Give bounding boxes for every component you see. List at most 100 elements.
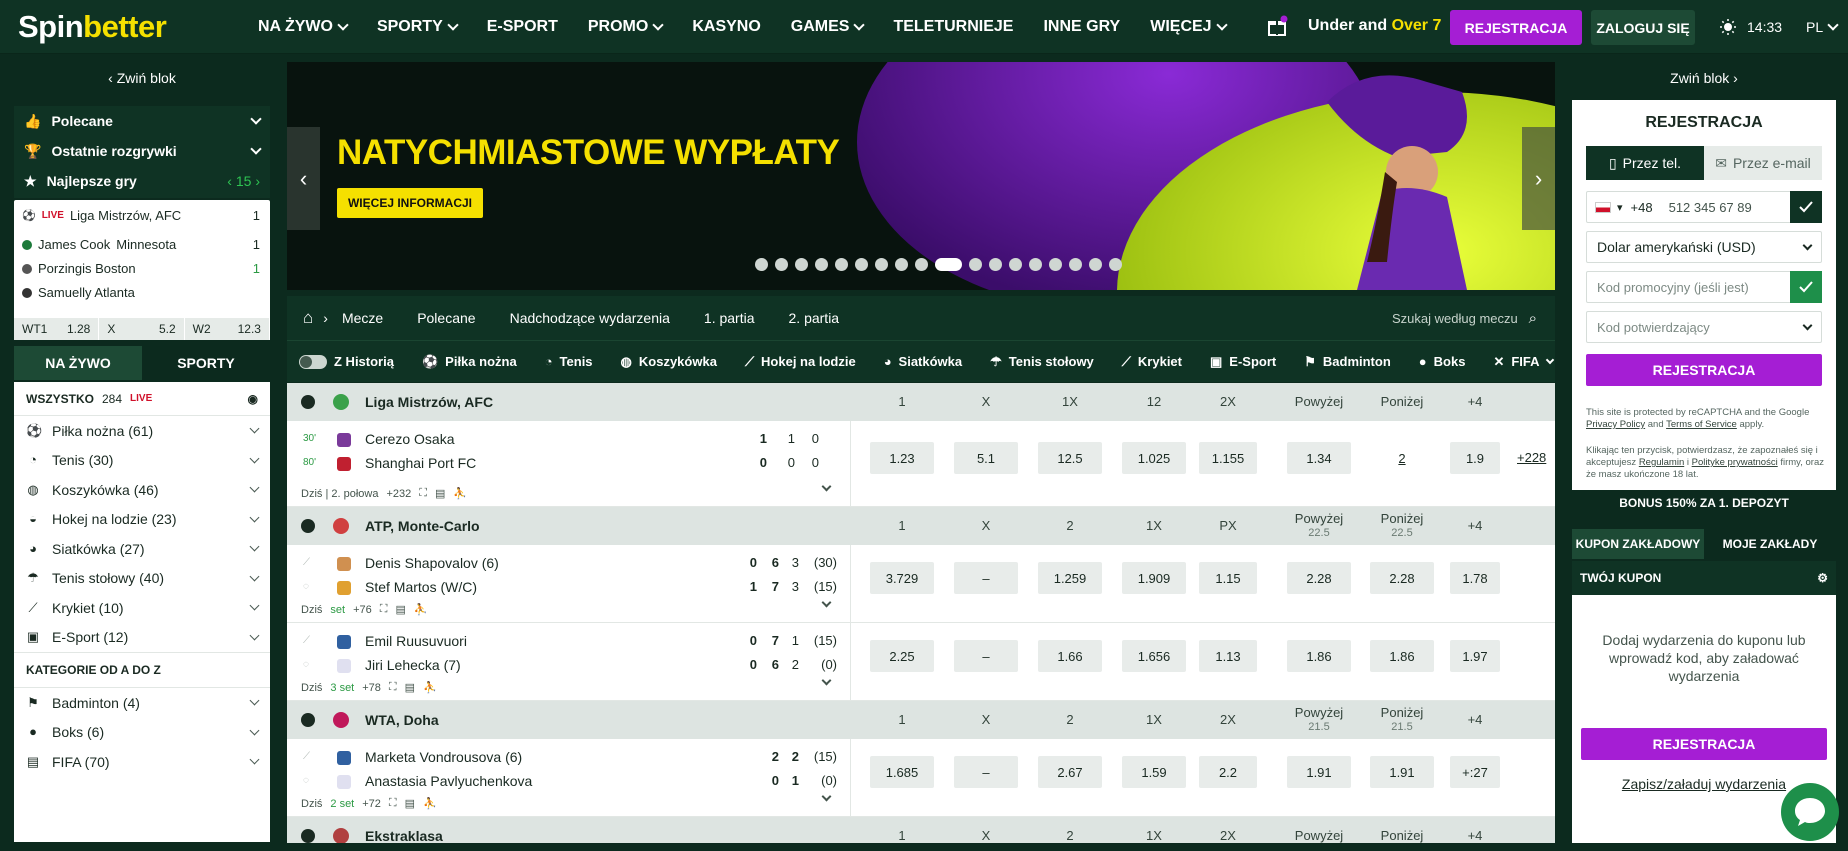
- sport-item[interactable]: ◍ Koszykówka (46): [14, 475, 270, 505]
- lineup-icon[interactable]: ⛹: [414, 603, 428, 616]
- all-sports-row[interactable]: WSZYSTKO 284 LIVE ◉: [14, 382, 270, 416]
- privacy-policy-link[interactable]: Privacy Policy: [1586, 419, 1645, 430]
- chat-icon[interactable]: [1781, 783, 1839, 841]
- odd-button[interactable]: 1.9: [1450, 442, 1500, 474]
- live-stream-icon[interactable]: ◉: [248, 392, 258, 406]
- banner-dot[interactable]: [1009, 258, 1022, 271]
- odd-button[interactable]: 12.5: [1038, 442, 1102, 474]
- more-markets-link[interactable]: +228: [1517, 450, 1546, 465]
- field-icon[interactable]: ▤: [405, 797, 415, 810]
- odd-button[interactable]: 1.025: [1122, 442, 1186, 474]
- stats-icon[interactable]: ⛶: [389, 797, 397, 810]
- sport-tab[interactable]: ● Boks: [1419, 354, 1466, 369]
- odd-button[interactable]: 1.909: [1122, 562, 1186, 594]
- banner-dot[interactable]: [1069, 258, 1082, 271]
- banner-prev-icon[interactable]: ‹: [287, 127, 320, 230]
- banner-dot[interactable]: [1089, 258, 1102, 271]
- banner-next-icon[interactable]: ›: [1522, 127, 1555, 230]
- banner-dot[interactable]: [989, 258, 1002, 271]
- bonus-banner[interactable]: BONUS 150% ZA 1. DEPOZYT: [1572, 496, 1836, 510]
- match-row[interactable]: ⟋ Emil Ruusuvuori 0 7 1 (15) ◌ Jiri Lehecka (7)…: [287, 623, 1555, 701]
- crumb-tab[interactable]: Mecze: [342, 310, 383, 326]
- odd-button[interactable]: –: [954, 756, 1018, 788]
- crumb-tab[interactable]: 1. partia: [704, 310, 755, 326]
- match-row[interactable]: ⟋ Denis Shapovalov (6) 0 6 3 (30) ◌ Stef Martos…: [287, 545, 1555, 623]
- lineup-icon[interactable]: ⛹: [423, 681, 437, 694]
- odd-button[interactable]: 1.91: [1370, 756, 1434, 788]
- banner-dot[interactable]: [1109, 258, 1122, 271]
- home-icon[interactable]: ⌂: [303, 308, 313, 328]
- category-item[interactable]: ▤ FIFA (70): [14, 747, 270, 777]
- register-submit-button[interactable]: REJESTRACJA: [1586, 354, 1822, 386]
- odd-x[interactable]: X 5.2: [99, 318, 185, 340]
- odd-button[interactable]: 1.259: [1038, 562, 1102, 594]
- odd-button[interactable]: –: [954, 640, 1018, 672]
- nav-6[interactable]: TELETURNIEJE: [893, 18, 1013, 36]
- odd-button[interactable]: 1.15: [1199, 562, 1257, 594]
- match-row[interactable]: ⟋ Marketa Vondrousova (6) 2 2 (15) ◌ Anastasia…: [287, 739, 1555, 817]
- odd-button[interactable]: 1.59: [1122, 756, 1186, 788]
- history-toggle[interactable]: [299, 354, 327, 369]
- promo-banner[interactable]: NATYCHMIASTOWE WYPŁATY WIĘCEJ INFORMACJI…: [287, 62, 1555, 290]
- menu-recommended[interactable]: 👍 Polecane: [14, 106, 270, 136]
- odd-button[interactable]: 2: [1370, 442, 1434, 474]
- odd-button[interactable]: 1.78: [1450, 562, 1500, 594]
- match-search-input[interactable]: Szukaj według meczu ⌕: [1392, 310, 1537, 327]
- odd-button[interactable]: 1.23: [870, 442, 934, 474]
- rules-link[interactable]: Regulamin: [1639, 457, 1684, 468]
- odd-button[interactable]: 2.28: [1287, 562, 1351, 594]
- currency-select[interactable]: Dolar amerykański (USD): [1586, 231, 1822, 263]
- sport-tab[interactable]: ⟋ Hokej na lodzie: [745, 354, 856, 370]
- odd-button[interactable]: 5.1: [954, 442, 1018, 474]
- promo-code-input[interactable]: Kod promocyjny (jeśli jest): [1586, 271, 1822, 303]
- crumb-tab[interactable]: 2. partia: [789, 310, 840, 326]
- lineup-icon[interactable]: ⛹: [423, 797, 437, 810]
- banner-dot[interactable]: [815, 258, 828, 271]
- promo-link[interactable]: Under and Over 7: [1308, 17, 1441, 35]
- odd-button[interactable]: +:27: [1450, 756, 1500, 788]
- sport-tab[interactable]: ◍ Koszykówka: [621, 354, 717, 370]
- league-header[interactable]: WTA, Doha 1 X 2 1X 2X Powyżej 21.5 Poniżej 21.5 +4: [287, 701, 1555, 739]
- odd-w2[interactable]: W2 12.3: [185, 318, 270, 340]
- sport-tab[interactable]: ✕ FIFA: [1493, 354, 1554, 370]
- collapse-right-button[interactable]: Zwiń blok ›: [1572, 70, 1836, 86]
- tab-live[interactable]: NA ŻYWO: [14, 346, 142, 380]
- tab-phone[interactable]: ▯ Przez tel.: [1586, 146, 1704, 180]
- odd-button[interactable]: 2.28: [1370, 562, 1434, 594]
- odd-button[interactable]: 2.67: [1038, 756, 1102, 788]
- sport-item[interactable]: ⚽ Piłka nożna (61): [14, 416, 270, 446]
- privacy-link[interactable]: Polityke prywatności: [1692, 457, 1778, 468]
- logo[interactable]: Spinbetter: [18, 8, 167, 46]
- tab-coupon[interactable]: KUPON ZAKŁADOWY: [1572, 529, 1704, 559]
- nav-0[interactable]: NA ŻYWO: [258, 18, 349, 36]
- odd-button[interactable]: 1.86: [1370, 640, 1434, 672]
- banner-dot[interactable]: [775, 258, 788, 271]
- odd-button[interactable]: 1.155: [1199, 442, 1257, 474]
- tab-email[interactable]: ✉ Przez e-mail: [1704, 146, 1822, 180]
- nav-3[interactable]: PROMO: [588, 18, 664, 36]
- sport-tab[interactable]: ☂ Tenis stołowy: [990, 354, 1094, 370]
- banner-dot[interactable]: [835, 258, 848, 271]
- field-icon[interactable]: ▤: [405, 681, 415, 694]
- menu-top-games[interactable]: ★ Najlepsze gry ‹ 15 ›: [14, 166, 270, 196]
- terms-link[interactable]: Terms of Service: [1666, 419, 1737, 430]
- sport-tab[interactable]: ◔ Tenis: [545, 354, 593, 369]
- crumb-tab[interactable]: Nadchodzące wydarzenia: [510, 310, 670, 326]
- live-match-card[interactable]: ⚽ LIVE Liga Mistrzów, AFC 1 James Cook Minne…: [14, 200, 270, 340]
- banner-dot[interactable]: [755, 258, 768, 271]
- banner-dot[interactable]: [935, 258, 962, 271]
- banner-dot[interactable]: [969, 258, 982, 271]
- odd-button[interactable]: 1.66: [1038, 640, 1102, 672]
- odd-w1[interactable]: WT1 1.28: [14, 318, 100, 340]
- stats-icon[interactable]: ⛶: [419, 487, 427, 500]
- banner-dot[interactable]: [895, 258, 908, 271]
- banner-dot[interactable]: [1029, 258, 1042, 271]
- lineup-icon[interactable]: ⛹: [453, 487, 467, 500]
- sport-tab[interactable]: ⟋ Krykiet: [1122, 354, 1182, 370]
- odd-button[interactable]: 2.25: [870, 640, 934, 672]
- odd-button[interactable]: 2.2: [1199, 756, 1257, 788]
- register-button[interactable]: REJESTRACJA: [1450, 10, 1582, 45]
- language-select[interactable]: PL: [1806, 19, 1839, 35]
- odd-button[interactable]: 1.656: [1122, 640, 1186, 672]
- field-icon[interactable]: ▤: [395, 603, 405, 616]
